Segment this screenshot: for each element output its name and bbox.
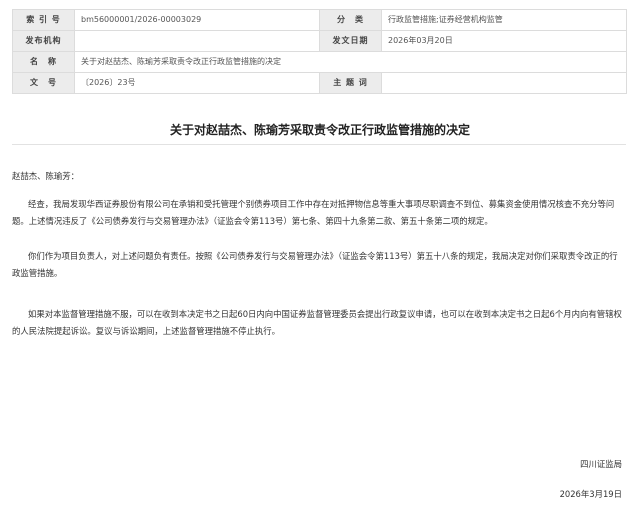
category-value: 行政监管措施;证券经营机构监管 [381, 9, 627, 31]
title-divider [12, 144, 626, 145]
index-value: bm56000001/2026-00003029 [74, 9, 320, 31]
subject-value [381, 72, 627, 94]
docno-label: 文 号 [12, 72, 75, 94]
metadata-table: 索 引 号 bm56000001/2026-00003029 分 类 行政监管措… [12, 9, 627, 94]
paragraph-2: 你们作为项目负责人，对上述问题负有责任。按照《公司债券发行与交易管理办法》（证监… [12, 251, 618, 278]
metadata-row-name: 名 称 关于对赵喆杰、陈瑜芳采取责令改正行政监管措施的决定 [12, 51, 627, 73]
signature: 四川证监局 [580, 459, 622, 469]
document-title: 关于对赵喆杰、陈瑜芳采取责令改正行政监管措施的决定 [169, 123, 470, 137]
metadata-row-docno: 文 号 〔2026〕23号 主 题 词 [12, 72, 627, 94]
publisher-label: 发布机构 [12, 30, 75, 52]
metadata-row-index: 索 引 号 bm56000001/2026-00003029 分 类 行政监管措… [12, 9, 627, 31]
publisher-value [74, 30, 320, 52]
subject-label: 主 题 词 [319, 72, 382, 94]
docno-value: 〔2026〕23号 [74, 72, 320, 94]
index-label: 索 引 号 [12, 9, 75, 31]
name-label: 名 称 [12, 51, 75, 73]
category-label: 分 类 [319, 9, 382, 31]
paragraph-1: 经查，我局发现华西证券股份有限公司在承销和受托管理个别债券项目工作中存在对抵押物… [12, 199, 615, 226]
salutation: 赵喆杰、陈瑜芳： [12, 171, 79, 181]
date-value: 2026年03月20日 [381, 30, 627, 52]
paragraph-3: 如果对本监督管理措施不服，可以在收到本决定书之日起60日内向中国证券监督管理委员… [12, 309, 622, 336]
sign-date: 2026年3月19日 [559, 489, 622, 499]
date-label: 发文日期 [319, 30, 382, 52]
name-value: 关于对赵喆杰、陈瑜芳采取责令改正行政监管措施的决定 [74, 51, 627, 73]
metadata-row-publisher: 发布机构 发文日期 2026年03月20日 [12, 30, 627, 52]
